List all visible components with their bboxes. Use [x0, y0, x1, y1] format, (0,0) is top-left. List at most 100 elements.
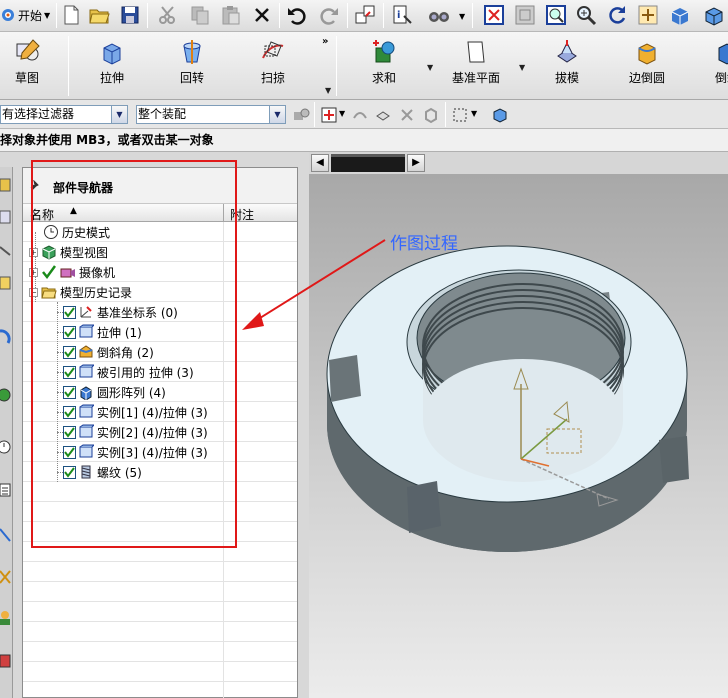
cube-icon[interactable] — [703, 4, 725, 26]
chamfer-icon — [718, 43, 728, 65]
rectangle-select-icon[interactable] — [451, 106, 469, 124]
draft-icon — [557, 40, 577, 63]
chevron-down-icon[interactable]: ▼ — [325, 86, 331, 95]
status-hint: 择对象并使用 MB3，或者双击某一对象 — [0, 129, 728, 152]
delete-icon[interactable] — [251, 4, 273, 26]
sketch-button[interactable]: 草图 — [0, 36, 59, 96]
tab-scroll-right-icon[interactable]: ▶ — [407, 154, 425, 172]
resource-bar — [0, 167, 13, 698]
part-nav-icon[interactable] — [0, 207, 12, 227]
web-browser-icon[interactable] — [0, 385, 12, 405]
feature-rule-icon[interactable] — [398, 106, 416, 124]
save-icon[interactable] — [119, 4, 141, 26]
chevron-down-icon[interactable]: ▼ — [269, 106, 285, 123]
new-icon[interactable] — [60, 4, 82, 26]
toolbar-separator — [279, 3, 280, 28]
chevron-down-icon[interactable]: ▼ — [519, 63, 525, 72]
process-studio-icon[interactable] — [0, 480, 12, 500]
body-rule-icon[interactable] — [422, 106, 440, 124]
zoom-box-icon[interactable] — [545, 4, 567, 26]
start-menu-button[interactable]: 开始 ▼ — [0, 4, 58, 26]
assembly-nav-icon[interactable] — [0, 175, 12, 195]
reuse-library-icon[interactable] — [0, 273, 12, 293]
chevron-down-icon[interactable]: ▼ — [339, 109, 345, 118]
copy-display-icon[interactable] — [354, 4, 376, 26]
start-label: 开始 — [18, 8, 43, 23]
annotation-label: 作图过程 — [390, 234, 458, 254]
rotate-icon[interactable] — [606, 4, 628, 26]
toolbar-separator — [472, 3, 473, 28]
ribbon-label: 回转 — [179, 71, 204, 85]
open-icon[interactable] — [88, 4, 110, 26]
hd3d-icon[interactable] — [0, 327, 12, 347]
ribbon-label: 求和 — [371, 71, 396, 85]
toolbar-separator — [68, 36, 69, 96]
revolve-icon — [183, 40, 201, 64]
toolbar-separator — [147, 3, 148, 28]
extrude-button[interactable]: 拉伸 — [80, 36, 144, 96]
chamfer-button[interactable]: 倒斜 — [695, 36, 728, 96]
chevron-down-icon[interactable]: ▼ — [459, 12, 465, 21]
paste-icon[interactable] — [220, 4, 242, 26]
more-icon[interactable]: » — [322, 36, 328, 47]
type-filter-select[interactable]: 有选择过滤器 ▼ — [0, 105, 128, 124]
roles-tool-icon[interactable] — [0, 567, 12, 587]
type-filter-value: 有选择过滤器 — [2, 107, 75, 121]
datum-plane-button[interactable]: 基准平面 — [444, 36, 508, 96]
pan-icon[interactable] — [637, 4, 659, 26]
copy-icon[interactable] — [189, 4, 211, 26]
sweep-icon — [262, 41, 284, 59]
ribbon-label: 基准平面 — [451, 71, 500, 85]
zoom-icon[interactable] — [575, 4, 597, 26]
start-icon — [2, 9, 14, 21]
scope-value: 整个装配 — [138, 107, 187, 121]
ribbon-label: 拔模 — [554, 71, 579, 85]
ribbon-label: 扫掠 — [260, 71, 285, 85]
highlight-box — [31, 160, 237, 548]
toolbar-separator — [56, 3, 57, 28]
scope-select[interactable]: 整个装配 ▼ — [136, 105, 286, 124]
svg-text:i: i — [397, 10, 400, 21]
redo-icon[interactable] — [318, 4, 340, 26]
constraint-nav-icon[interactable] — [0, 241, 12, 261]
cut-icon[interactable] — [157, 4, 179, 26]
tab-scroll-left-icon[interactable]: ◀ — [311, 154, 329, 172]
chevron-down-icon[interactable]: ▼ — [471, 109, 477, 118]
info-icon[interactable]: i — [391, 4, 413, 26]
toolbar-separator — [383, 3, 384, 28]
graphics-window-tab[interactable] — [331, 154, 405, 172]
curve-rule-icon[interactable] — [351, 106, 369, 124]
shaded-icon[interactable] — [669, 4, 691, 26]
snap-point-icon[interactable] — [320, 106, 338, 124]
undo-icon[interactable] — [286, 4, 308, 26]
annotation-arrow-icon — [242, 239, 386, 330]
face-rule-icon[interactable] — [374, 106, 392, 124]
sweep-button[interactable]: 扫掠 — [241, 36, 305, 96]
fit-icon[interactable] — [483, 4, 505, 26]
sketch-icon — [16, 39, 40, 61]
roles-icon[interactable] — [0, 607, 12, 627]
unite-icon — [373, 40, 395, 63]
edge-blend-icon — [638, 43, 656, 65]
history-icon[interactable] — [0, 437, 12, 457]
binoculars-icon[interactable] — [428, 4, 450, 26]
filter-settings-icon[interactable] — [292, 106, 310, 124]
standard-toolbar: 开始 ▼ i ▼ — [0, 0, 728, 32]
feature-toolbar: 草图 拉伸 回转 扫掠 » ▼ 求和 ▼ 基准平面 ▼ 拔模 边倒圆 倒斜 — [0, 32, 728, 100]
chevron-down-icon[interactable]: ▼ — [427, 63, 433, 72]
datum-plane-icon — [467, 41, 485, 63]
unite-button[interactable]: 求和 — [352, 36, 416, 96]
manufacturing-wizard-icon[interactable] — [0, 525, 12, 545]
toolbar-separator — [347, 3, 348, 28]
graphics-tab-bar: ◀ ▶ — [309, 152, 728, 174]
draft-button[interactable]: 拔模 — [535, 36, 599, 96]
edge-blend-button[interactable]: 边倒圆 — [615, 36, 679, 96]
cube-filter-icon[interactable] — [491, 106, 509, 124]
chevron-down-icon[interactable]: ▼ — [111, 106, 127, 123]
chevron-down-icon: ▼ — [44, 10, 51, 20]
zoom-window-icon[interactable] — [514, 4, 536, 26]
revolve-button[interactable]: 回转 — [160, 36, 224, 96]
toolbar-separator — [314, 102, 315, 127]
system-scene-icon[interactable] — [0, 651, 12, 671]
ribbon-label: 倒斜 — [714, 71, 728, 85]
